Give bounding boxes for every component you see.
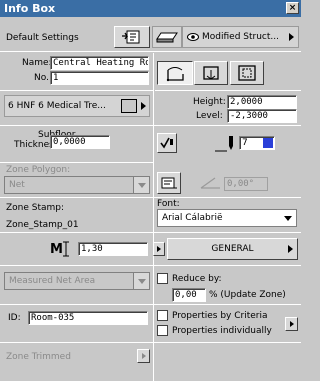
category-color-swatch <box>121 99 137 113</box>
zone-category-label: 6 HNF 6 Medical Tre... <box>8 101 106 111</box>
rectangle-icon <box>203 66 219 80</box>
reduce-by-label: Reduce by: <box>172 274 222 284</box>
zone-polygon-dropdown[interactable]: Net <box>4 176 150 194</box>
text-scale-field[interactable]: 1,30 <box>78 242 148 256</box>
number-field[interactable]: 1 <box>50 71 149 85</box>
divider <box>0 232 301 233</box>
id-label: ID: <box>8 313 21 323</box>
name-field[interactable]: Central Heating Room <box>50 56 149 70</box>
divider <box>0 342 301 343</box>
pen-color-swatch <box>263 138 273 148</box>
zone-trimmed-expand-button[interactable] <box>137 349 150 363</box>
zone-polygon-label: Zone Polygon: <box>6 165 71 175</box>
font-dropdown[interactable]: Arial Cálabrië <box>157 209 297 227</box>
geometry-auto-button[interactable] <box>230 61 264 85</box>
checkmark-pen-icon <box>160 137 173 149</box>
reduce-by-checkbox[interactable] <box>157 273 168 284</box>
level-field[interactable]: -2,3000 <box>227 109 297 123</box>
divider <box>155 90 301 91</box>
dropdown-button <box>133 273 149 289</box>
chevron-right-icon <box>141 102 146 110</box>
zone-polygon-value: Net <box>9 180 25 190</box>
divider <box>0 265 301 266</box>
default-settings-label: Default Settings <box>6 33 79 43</box>
favorites-button[interactable] <box>114 26 150 48</box>
info-box-panel: Default Settings Modified Struct... Name… <box>0 17 301 381</box>
divider <box>0 51 301 52</box>
divider <box>0 162 153 163</box>
angle-icon <box>200 177 220 189</box>
divider <box>0 197 301 198</box>
pen-number-value: 7 <box>242 138 248 148</box>
general-settings-button[interactable]: GENERAL <box>167 238 298 260</box>
update-zone-label: % (Update Zone) <box>209 290 286 300</box>
name-label: Name: <box>22 58 52 68</box>
divider <box>0 125 301 126</box>
text-orientation-button[interactable] <box>157 172 181 194</box>
eye-icon <box>187 33 199 41</box>
close-button[interactable]: × <box>286 2 299 14</box>
vertical-divider <box>153 53 154 381</box>
properties-by-criteria-label: Properties by Criteria <box>172 311 268 321</box>
area-calculation-value: Measured Net Area <box>9 276 96 286</box>
window-titlebar[interactable]: Info Box × <box>0 0 301 17</box>
angle-field[interactable]: 0,00° <box>224 177 268 191</box>
reduce-percent-field[interactable]: 0,00 <box>172 288 206 302</box>
zone-trimmed-label: Zone Trimmed <box>6 352 71 362</box>
subfloor-thickness-field[interactable]: 0,0000 <box>50 135 110 149</box>
window-title: Info Box <box>4 2 56 15</box>
text-block-icon <box>161 177 177 189</box>
font-label: Font: <box>157 199 180 209</box>
properties-individually-checkbox[interactable] <box>157 325 168 336</box>
favorites-icon <box>122 30 140 44</box>
pen-number-field[interactable]: 7 <box>239 136 275 150</box>
properties-individually-label: Properties individually <box>172 326 272 336</box>
scale-expand-button[interactable] <box>153 242 165 256</box>
id-field[interactable]: Room-035 <box>28 311 148 325</box>
layer-structure-icon <box>156 32 178 43</box>
divider <box>0 90 153 91</box>
height-field[interactable]: 2,0000 <box>227 95 297 109</box>
font-value: Arial Cálabrië <box>162 213 223 223</box>
area-calculation-dropdown[interactable]: Measured Net Area <box>4 272 150 290</box>
dropdown-button <box>280 210 296 226</box>
height-label: Height: <box>193 97 226 107</box>
dropdown-button <box>133 177 149 193</box>
zone-category-dropdown[interactable]: 6 HNF 6 Medical Tre... <box>4 95 150 117</box>
geometry-rectangle-button[interactable] <box>194 61 228 85</box>
chevron-right-icon <box>289 321 294 327</box>
chevron-right-icon <box>141 353 146 359</box>
chevron-down-icon <box>284 215 292 221</box>
general-label: GENERAL <box>211 244 254 254</box>
zone-stamp-name[interactable]: Zone_Stamp_01 <box>6 220 79 230</box>
manual-polygon-icon <box>166 67 184 82</box>
level-label: Level: <box>196 111 223 121</box>
divider <box>0 304 301 305</box>
chevron-right-icon <box>288 245 293 253</box>
chevron-down-icon <box>137 182 146 188</box>
geometry-manual-button[interactable] <box>157 61 193 85</box>
modified-structure-label: Modified Struct... <box>202 32 279 42</box>
properties-expand-button[interactable] <box>285 317 298 331</box>
properties-by-criteria-checkbox[interactable] <box>157 310 168 321</box>
zone-stamp-label: Zone Stamp: <box>6 203 65 213</box>
chevron-right-icon <box>157 246 161 252</box>
auto-detect-icon <box>238 65 256 81</box>
svg-text:M: M <box>50 242 63 257</box>
check-pen-button[interactable] <box>157 133 177 153</box>
chevron-right-icon <box>289 33 294 41</box>
chevron-down-icon <box>137 278 146 284</box>
structure-picker-button[interactable] <box>152 26 182 48</box>
pen-icon <box>215 136 233 152</box>
modified-structure-dropdown[interactable]: Modified Struct... <box>182 26 299 48</box>
text-size-icon: M <box>50 241 69 257</box>
